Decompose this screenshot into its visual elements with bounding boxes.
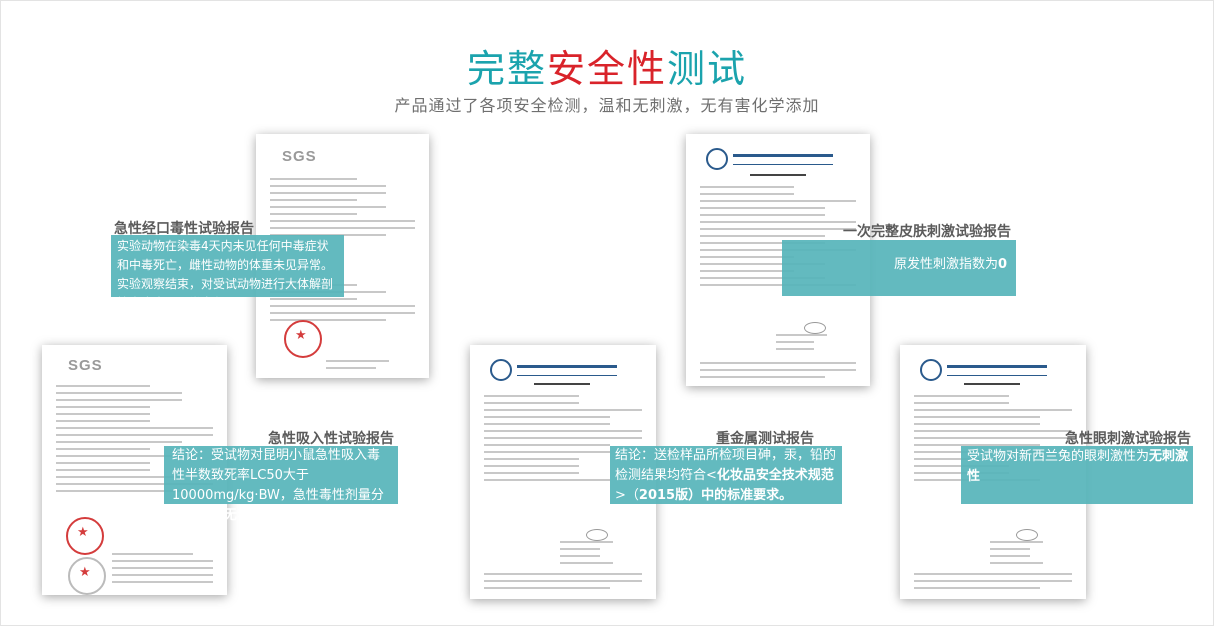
signature-icon xyxy=(804,322,826,334)
hkctc-logo-icon xyxy=(920,359,942,381)
overlay-inhalation: 结论：受试物对昆明小鼠急性吸入毒性半数致死率LC50大于10000mg/kg·B… xyxy=(164,446,398,523)
overlay-skin-irritation: 原发性刺激指数为0 xyxy=(782,240,1016,296)
sgs-seal-icon xyxy=(68,557,106,595)
hkctc-logo-icon xyxy=(490,359,512,381)
title-part-complete: 完整 xyxy=(466,47,547,91)
title-part-safety: 安全性 xyxy=(546,47,667,91)
sgs-logo: SGS xyxy=(68,357,103,374)
label-inhalation: 急性吸入性试验报告 xyxy=(268,431,394,447)
overlay-heavy-metal: 结论：送检样品所检项目砷，汞，铅的检测结果均符合<化妆品安全技术规范>（2015… xyxy=(610,446,842,504)
page-subtitle: 产品通过了各项安全检测，温和无刺激，无有害化学添加 xyxy=(394,96,820,115)
sgs-logo: SGS xyxy=(282,148,317,165)
red-seal-icon xyxy=(66,517,104,555)
red-seal-icon xyxy=(284,320,322,358)
label-skin-irritation: 一次完整皮肤刺激试验报告 xyxy=(843,224,1011,240)
label-heavy-metal: 重金属测试报告 xyxy=(716,431,814,447)
overlay-eye-irritation: 受试物对新西兰兔的眼刺激性为无刺激性 xyxy=(961,446,1193,504)
label-eye-irritation: 急性眼刺激试验报告 xyxy=(1065,431,1191,447)
hkctc-logo-icon xyxy=(706,148,728,170)
title-part-test: 测试 xyxy=(667,47,748,91)
signature-icon xyxy=(586,529,608,541)
page-title: 完整安全性测试 xyxy=(0,38,1214,93)
signature-icon xyxy=(1016,529,1038,541)
overlay-acute-oral: 实验动物在染毒4天内未见任何中毒症状和中毒死亡，雌性动物的体重未见异常。实验观察… xyxy=(111,235,344,329)
